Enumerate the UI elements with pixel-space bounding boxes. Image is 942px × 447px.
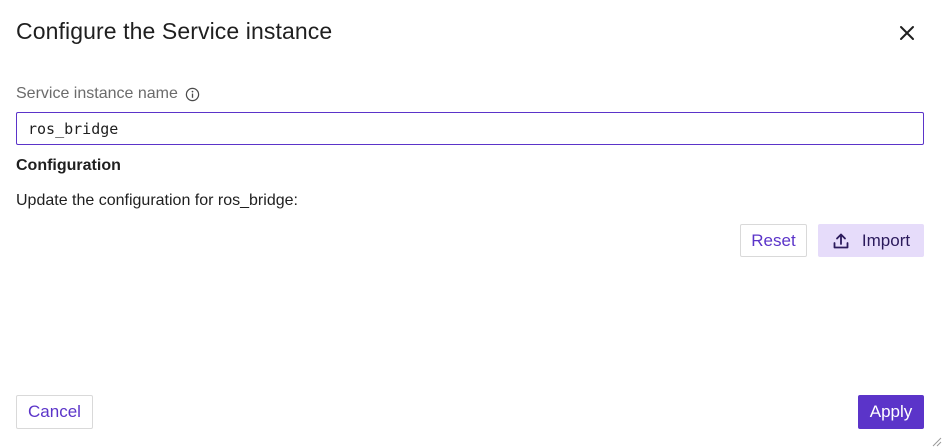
- configuration-heading: Configuration: [16, 157, 121, 174]
- upload-icon: [833, 233, 849, 248]
- cancel-button[interactable]: Cancel: [16, 395, 93, 429]
- configure-service-dialog: Configure the Service instance Service i…: [0, 0, 942, 447]
- configuration-description: Update the configuration for ros_bridge:: [16, 192, 298, 209]
- info-icon[interactable]: [185, 87, 200, 102]
- close-icon: [900, 26, 914, 40]
- resize-handle-icon[interactable]: [930, 435, 942, 447]
- dialog-title: Configure the Service instance: [16, 18, 333, 44]
- field-label-text: Service instance name: [16, 85, 178, 102]
- service-instance-name-input[interactable]: [16, 112, 924, 145]
- import-button-label: Import: [861, 230, 911, 250]
- close-button[interactable]: [894, 20, 920, 46]
- service-instance-name-label: Service instance name: [16, 85, 200, 103]
- import-button[interactable]: Import: [818, 224, 924, 257]
- reset-button[interactable]: Reset: [740, 224, 807, 257]
- apply-button[interactable]: Apply: [858, 395, 924, 429]
